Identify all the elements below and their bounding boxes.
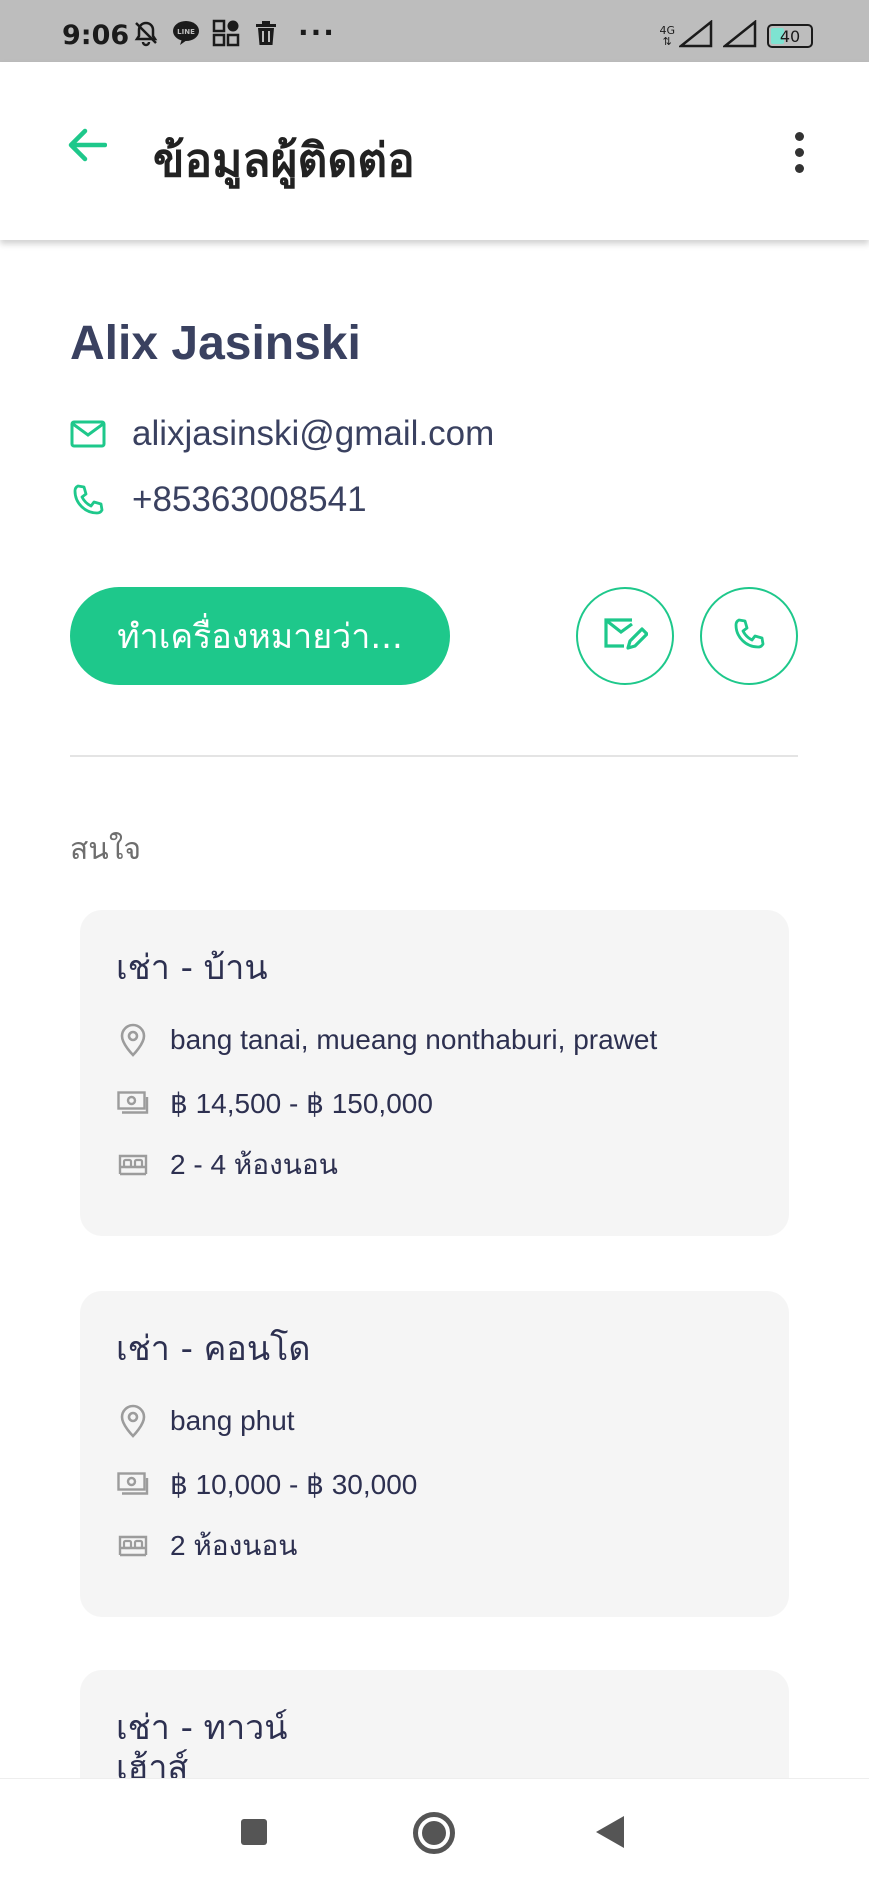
interest-location-row: bang tanai, mueang nonthaburi, prawet [116,1023,657,1057]
arrow-left-icon [67,127,108,167]
app-bar: ข้อมูลผู้ติดต่อ [0,62,869,240]
status-bar: 9:06 LINE ··· 4G ⇅ 40 [0,0,869,62]
interests-section-label: สนใจ [70,832,142,867]
svg-text:LINE: LINE [177,28,195,36]
home-icon [422,1821,446,1845]
divider [70,755,798,757]
battery-icon: 40 [767,24,813,48]
money-icon [116,1086,150,1120]
status-more-indicator: ··· [298,16,336,49]
interest-bedrooms: 2 - 4 ห้องนอน [170,1149,338,1180]
interest-title: เช่า - บ้าน [116,948,268,988]
recents-button[interactable] [241,1819,267,1845]
mail-edit-icon [602,614,649,658]
status-time: 9:06 [62,20,130,51]
interest-location: bang phut [170,1405,295,1436]
qr-grid-icon [212,19,240,47]
location-pin-icon [116,1404,150,1438]
signal-icon [721,19,757,52]
phone-icon [732,617,766,655]
page-title: ข้อมูลผู้ติดต่อ [153,133,415,187]
back-button[interactable] [62,122,112,172]
trash-icon [252,19,280,47]
bed-icon [116,1148,150,1182]
money-icon [116,1467,150,1501]
location-pin-icon [116,1023,150,1057]
battery-percent: 40 [779,26,801,46]
mark-as-button[interactable]: ทำเครื่องหมายว่า... [70,587,450,685]
bed-icon [116,1529,150,1563]
notifications-off-icon [132,19,160,47]
interest-card[interactable]: เช่า - คอนโด bang phut ฿ 10,000 - ฿ 30,0… [80,1291,789,1617]
contact-phone: +85363008541 [132,480,367,519]
interest-bedrooms-row: 2 ห้องนอน [116,1524,297,1568]
interest-location-row: bang phut [116,1404,295,1438]
signal-icon [677,19,713,52]
menu-dot [794,147,804,157]
line-app-icon: LINE [172,19,200,47]
interest-card[interactable]: เช่า - บ้าน bang tanai, mueang nonthabur… [80,910,789,1236]
status-icons-right: 4G ⇅ 40 [659,19,813,52]
interest-price: ฿ 10,000 - ฿ 30,000 [170,1468,418,1500]
interest-bedrooms: 2 ห้องนอน [170,1530,298,1561]
menu-dot [794,163,804,173]
compose-email-button[interactable] [576,587,674,685]
interest-price-row: ฿ 10,000 - ฿ 30,000 [116,1467,417,1501]
phone-icon [70,482,106,518]
interest-title: เช่า - ทาวน์เฮ้าส์ [116,1708,288,1788]
status-icons-left: LINE ··· [132,19,336,47]
contact-email: alixjasinski@gmail.com [132,414,495,453]
contact-phone-row[interactable]: +85363008541 [70,480,367,520]
interest-location: bang tanai, mueang nonthaburi, prawet [170,1024,658,1055]
home-button[interactable] [413,1812,455,1854]
contact-name: Alix Jasinski [70,317,361,370]
contact-email-row[interactable]: alixjasinski@gmail.com [70,414,494,454]
call-button[interactable] [700,587,798,685]
system-nav-bar [0,1778,869,1883]
interest-bedrooms-row: 2 - 4 ห้องนอน [116,1143,338,1187]
more-vertical-icon [794,131,804,141]
data-arrows-icon: ⇅ [662,35,672,48]
overflow-menu-button[interactable] [779,127,819,177]
interest-title: เช่า - คอนโด [116,1329,311,1369]
back-nav-button[interactable] [596,1816,624,1848]
interest-price-row: ฿ 14,500 - ฿ 150,000 [116,1086,433,1120]
interest-price: ฿ 14,500 - ฿ 150,000 [170,1087,433,1119]
mail-icon [70,416,106,452]
